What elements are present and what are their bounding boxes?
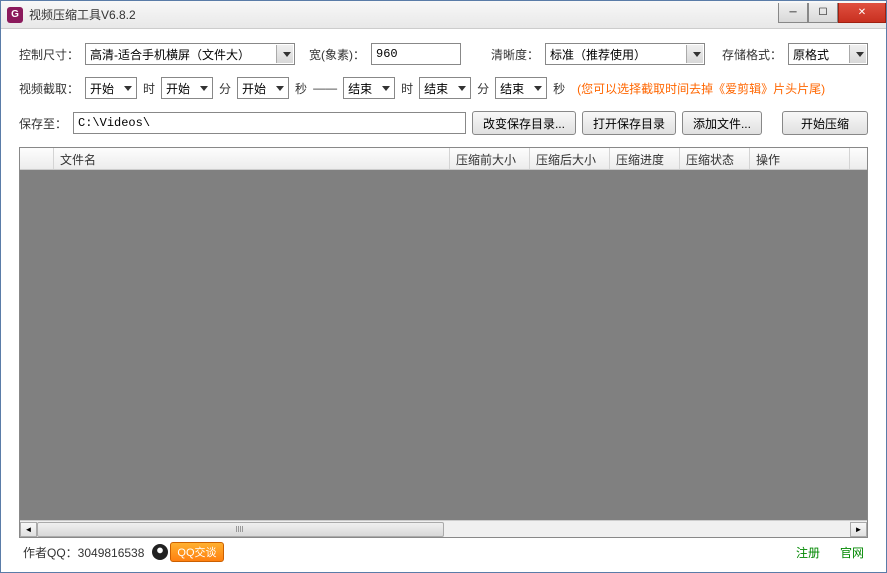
- start-hour-select[interactable]: 开始: [85, 77, 137, 99]
- size-select[interactable]: 高清-适合手机横屏（文件大）: [85, 43, 295, 65]
- register-link[interactable]: 注册: [796, 544, 820, 561]
- horizontal-scrollbar[interactable]: ◄ ►: [20, 520, 867, 537]
- end-sec-select[interactable]: 结束: [495, 77, 547, 99]
- size-select-value: 高清-适合手机横屏（文件大）: [90, 46, 250, 63]
- dash-label: ——: [313, 81, 337, 95]
- chevron-down-icon: [856, 52, 864, 57]
- table-col-1[interactable]: 文件名: [54, 148, 450, 169]
- minimize-button[interactable]: ─: [778, 3, 808, 23]
- clarity-label: 清晰度：: [491, 46, 539, 63]
- change-dir-button[interactable]: 改变保存目录...: [472, 111, 576, 135]
- width-input[interactable]: 960: [371, 43, 461, 65]
- add-file-button[interactable]: 添加文件...: [682, 111, 762, 135]
- author-label: 作者QQ：3049816538: [23, 544, 144, 561]
- sec-label-1: 秒: [295, 80, 307, 97]
- scroll-thumb[interactable]: [37, 522, 444, 537]
- sec-label-2: 秒: [553, 80, 565, 97]
- save-label: 保存至：: [19, 115, 67, 132]
- chevron-down-icon: [534, 86, 542, 91]
- qq-badge[interactable]: QQ交谈: [152, 542, 223, 562]
- start-min-select[interactable]: 开始: [161, 77, 213, 99]
- chevron-down-icon: [693, 52, 701, 57]
- table-col-3[interactable]: 压缩后大小: [530, 148, 610, 169]
- titlebar: G 视频压缩工具V6.8.2 ─ ☐ ✕: [1, 1, 886, 29]
- maximize-button[interactable]: ☐: [808, 3, 838, 23]
- chevron-down-icon: [283, 52, 291, 57]
- table-col-4[interactable]: 压缩进度: [610, 148, 680, 169]
- app-window: G 视频压缩工具V6.8.2 ─ ☐ ✕ 控制尺寸： 高清-适合手机横屏（文件大…: [0, 0, 887, 573]
- hour-label-1: 时: [143, 80, 155, 97]
- qq-icon: [152, 544, 168, 560]
- min-label-1: 分: [219, 80, 231, 97]
- table-col-2[interactable]: 压缩前大小: [450, 148, 530, 169]
- clip-label: 视频截取：: [19, 80, 79, 97]
- window-controls: ─ ☐ ✕: [778, 3, 886, 23]
- clarity-select-value: 标准（推荐使用）: [550, 46, 646, 63]
- row-save: 保存至： C:\Videos\ 改变保存目录... 打开保存目录 添加文件...…: [19, 111, 868, 135]
- row-clip: 视频截取： 开始 时 开始 分 开始 秒 —— 结束 时 结束 分 结束 秒 (…: [19, 77, 868, 99]
- min-label-2: 分: [477, 80, 489, 97]
- start-compress-button[interactable]: 开始压缩: [782, 111, 868, 135]
- start-sec-select[interactable]: 开始: [237, 77, 289, 99]
- open-dir-button[interactable]: 打开保存目录: [582, 111, 676, 135]
- end-min-select[interactable]: 结束: [419, 77, 471, 99]
- hour-label-2: 时: [401, 80, 413, 97]
- app-icon: G: [7, 7, 23, 23]
- chevron-down-icon: [200, 86, 208, 91]
- width-label: 宽(象素)：: [309, 46, 365, 63]
- clip-hint: (您可以选择截取时间去掉《爱剪辑》片头片尾): [577, 80, 825, 97]
- chevron-down-icon: [276, 86, 284, 91]
- window-title: 视频压缩工具V6.8.2: [29, 6, 778, 23]
- format-label: 存储格式：: [722, 46, 782, 63]
- close-button[interactable]: ✕: [838, 3, 886, 23]
- size-label: 控制尺寸：: [19, 46, 79, 63]
- table-header: 文件名压缩前大小压缩后大小压缩进度压缩状态操作: [20, 148, 867, 170]
- chevron-down-icon: [458, 86, 466, 91]
- table-col-5[interactable]: 压缩状态: [680, 148, 750, 169]
- website-link[interactable]: 官网: [840, 544, 864, 561]
- format-select-value: 原格式: [793, 46, 829, 63]
- content-area: 控制尺寸： 高清-适合手机横屏（文件大） 宽(象素)： 960 清晰度： 标准（…: [1, 29, 886, 572]
- scroll-track[interactable]: [37, 522, 850, 537]
- footer: 作者QQ：3049816538 QQ交谈 注册 官网: [19, 538, 868, 566]
- save-path-input[interactable]: C:\Videos\: [73, 112, 466, 134]
- row-size: 控制尺寸： 高清-适合手机横屏（文件大） 宽(象素)： 960 清晰度： 标准（…: [19, 43, 868, 65]
- clarity-select[interactable]: 标准（推荐使用）: [545, 43, 705, 65]
- table-col-6[interactable]: 操作: [750, 148, 850, 169]
- file-table: 文件名压缩前大小压缩后大小压缩进度压缩状态操作 ◄ ►: [19, 147, 868, 538]
- qq-chat-button: QQ交谈: [170, 542, 223, 562]
- table-body: [20, 170, 867, 520]
- scroll-left-arrow[interactable]: ◄: [20, 522, 37, 537]
- chevron-down-icon: [382, 86, 390, 91]
- table-col-0[interactable]: [20, 148, 54, 169]
- chevron-down-icon: [124, 86, 132, 91]
- end-hour-select[interactable]: 结束: [343, 77, 395, 99]
- format-select[interactable]: 原格式: [788, 43, 868, 65]
- scroll-right-arrow[interactable]: ►: [850, 522, 867, 537]
